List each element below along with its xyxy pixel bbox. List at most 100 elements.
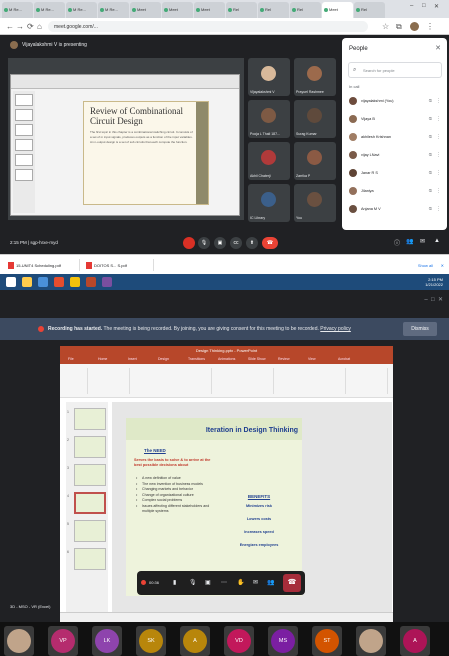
close-icon[interactable]: ✕ (441, 263, 444, 268)
dismiss-button[interactable]: Dismiss (403, 322, 437, 336)
forward-icon[interactable]: → (16, 22, 24, 31)
people-list-item[interactable]: Anjana M V ⦸ ⋮ (346, 201, 444, 219)
browser-tab[interactable]: Meet (194, 2, 225, 18)
participant-chip[interactable]: VP (48, 626, 78, 656)
people-search-input[interactable]: ⌕ Search for people (348, 62, 442, 78)
home-icon[interactable]: ⌂ (37, 22, 42, 31)
participant-tile[interactable]: You (294, 184, 336, 222)
back-icon[interactable]: ← (6, 22, 14, 31)
browser-tab[interactable]: Rel (354, 2, 385, 18)
file-icon[interactable]: ▮ (173, 579, 176, 586)
participant-chip[interactable]: MS (268, 626, 298, 656)
minimize-icon[interactable]: – (410, 3, 413, 9)
participant-tile[interactable]: Vijayalakshmi V (248, 58, 290, 96)
ribbon-tab[interactable]: Animations (218, 357, 235, 361)
raise-hand-icon[interactable]: ✋ (237, 579, 244, 586)
people-list-item[interactable]: Janar R S ⦸ ⋮ (346, 165, 444, 183)
profile-avatar[interactable] (410, 22, 419, 31)
browser-tab[interactable]: M Re... (98, 2, 129, 18)
powerpoint-icon[interactable] (86, 277, 96, 287)
participant-tile[interactable]: Prayuel Rashmee (294, 58, 336, 96)
browser-tab[interactable]: M Re... (66, 2, 97, 18)
participant-chip[interactable] (356, 626, 386, 656)
participant-chip[interactable]: LK (92, 626, 122, 656)
extensions-icon[interactable]: ⧉ (396, 22, 402, 32)
browser-tab[interactable]: Meet (162, 2, 193, 18)
ribbon-tab[interactable]: View (308, 357, 316, 361)
download-item[interactable]: DOITOS S... S.pdf (84, 259, 154, 271)
participant-tile[interactable]: Pooja L Thali 187... (248, 100, 290, 138)
participant-tile[interactable]: Akhil Chaterji (248, 142, 290, 180)
participant-chip[interactable]: SK (136, 626, 166, 656)
mic-button[interactable]: 🎙 (198, 237, 210, 249)
participant-tile[interactable]: Surag Kumar (294, 100, 336, 138)
leave-call-button[interactable]: ☎ (283, 574, 301, 592)
more-options-icon[interactable]: ⋮ (436, 206, 441, 212)
menu-icon[interactable]: ⋮ (426, 22, 434, 31)
present-button[interactable]: ⬆ (246, 237, 258, 249)
show-all-link[interactable]: Show all (418, 263, 433, 268)
camera-icon[interactable]: ▣ (205, 579, 211, 586)
people-list-item[interactable]: Vijaya B ⦸ ⋮ (346, 111, 444, 129)
info-icon[interactable]: ⓘ (394, 238, 400, 247)
captions-button[interactable]: cc (230, 237, 242, 249)
people-list-item[interactable]: vijayalakshmi (You) ⦸ ⋮ (346, 93, 444, 111)
teams-icon[interactable] (102, 277, 112, 287)
slide-thumbnail-selected[interactable] (74, 492, 106, 514)
ribbon-tab[interactable]: Acrobat (338, 357, 350, 361)
maximize-icon[interactable]: □ (422, 3, 426, 9)
people-icon[interactable]: 👥 (267, 579, 274, 586)
close-icon[interactable]: ✕ (434, 3, 439, 10)
system-tray-clock[interactable]: 2:15 PM 1/21/2022 (425, 277, 443, 287)
chrome-icon[interactable] (70, 277, 80, 287)
leave-call-button[interactable]: ☎ (262, 237, 278, 249)
start-icon[interactable] (6, 277, 16, 287)
browser-tab[interactable]: Meet (322, 2, 353, 18)
star-icon[interactable]: ☆ (382, 22, 389, 31)
participant-chip[interactable]: A (180, 626, 210, 656)
font-group[interactable] (132, 368, 212, 394)
browser-tab[interactable]: Rel (290, 2, 321, 18)
ribbon-tab[interactable]: Slide Show (248, 357, 266, 361)
participant-chip[interactable]: ST (312, 626, 342, 656)
browser-tab[interactable]: Rel (226, 2, 257, 18)
more-options-icon[interactable]: ⋮ (436, 170, 441, 176)
more-options-icon[interactable]: ⋮ (436, 134, 441, 140)
more-options-icon[interactable]: ⋮ (436, 152, 441, 158)
slide-thumbnail[interactable] (74, 548, 106, 570)
people-list-item[interactable]: Jilaniya ⦸ ⋮ (346, 183, 444, 201)
file-explorer-icon[interactable] (22, 277, 32, 287)
slide-thumbnail[interactable] (74, 436, 106, 458)
ribbon-tab[interactable]: Insert (128, 357, 137, 361)
slide-thumbnail[interactable] (74, 520, 106, 542)
office-icon[interactable] (54, 277, 64, 287)
more-icon[interactable]: ⋯ (221, 579, 227, 586)
browser-tab[interactable]: Rel (258, 2, 289, 18)
reload-icon[interactable]: ⟳ (27, 22, 34, 31)
participant-chip[interactable] (4, 626, 34, 656)
camera-button[interactable]: ▣ (214, 237, 226, 249)
people-icon[interactable]: 👥 (406, 238, 413, 245)
people-list-item[interactable]: akhilesh Krishnan ⦸ ⋮ (346, 129, 444, 147)
ribbon-tab[interactable]: Home (98, 357, 107, 361)
mic-icon[interactable]: 🎙 (189, 579, 197, 586)
url-field[interactable]: meet.google.com/... (48, 21, 368, 32)
browser-tab[interactable]: M Re... (2, 2, 33, 18)
activities-icon[interactable]: ▲ (434, 238, 440, 244)
browser-tab[interactable]: Meet (130, 2, 161, 18)
more-options-icon[interactable]: ⋮ (436, 116, 441, 122)
ribbon-tab[interactable]: Review (278, 357, 289, 361)
browser-tab[interactable]: M Re... (34, 2, 65, 18)
drawing-group[interactable] (276, 368, 346, 394)
participant-tile[interactable]: IC Library (248, 184, 290, 222)
close-icon[interactable]: ✕ (435, 44, 441, 52)
participant-tile[interactable]: Zarrika P (294, 142, 336, 180)
window-controls[interactable]: – □ ✕ (424, 296, 443, 303)
slide-thumbnail[interactable] (74, 408, 106, 430)
people-list-item[interactable]: vijay LNavi ⦸ ⋮ (346, 147, 444, 165)
slides-group[interactable] (90, 368, 130, 394)
chat-icon[interactable]: ✉ (420, 238, 425, 245)
slide-thumbnail[interactable] (74, 464, 106, 486)
download-item[interactable]: 15-UNIT4 Scheduling.pdf (6, 259, 80, 271)
ribbon-tab[interactable]: Transitions (188, 357, 205, 361)
